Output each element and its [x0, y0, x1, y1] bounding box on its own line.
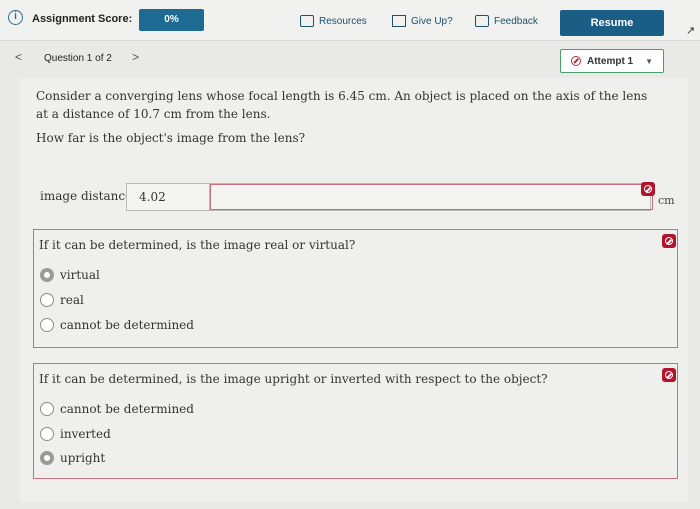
radio-cannot-determine-2[interactable]	[40, 402, 54, 416]
radio-upright[interactable]	[40, 451, 54, 465]
option-upright-label: upright	[60, 451, 106, 465]
info-icon[interactable]: i	[8, 10, 23, 25]
question-ask: How far is the object's image from the l…	[36, 131, 306, 145]
answer-label: image distance:	[40, 189, 137, 203]
radio-virtual[interactable]	[40, 268, 54, 282]
radio-inverted[interactable]	[40, 427, 54, 441]
give-up-label: Give Up?	[411, 15, 453, 27]
feedback-button[interactable]: Feedback	[475, 12, 538, 30]
question-number: Question 1 of 2	[44, 53, 112, 64]
feedback-icon	[475, 15, 489, 27]
incorrect-icon	[641, 182, 655, 196]
real-virtual-panel: If it can be determined, is the image re…	[33, 229, 678, 348]
give-up-icon	[392, 15, 406, 27]
option-cannot-determine-1-label: cannot be determined	[60, 318, 194, 332]
radio-cannot-determine-1[interactable]	[40, 318, 54, 332]
image-distance-input[interactable]: 4.02	[126, 183, 651, 211]
option-virtual-label: virtual	[60, 268, 100, 282]
option-cannot-determine-2[interactable]: cannot be determined	[40, 402, 194, 416]
option-inverted[interactable]: inverted	[40, 427, 111, 441]
answer-row: image distance: 4.02	[36, 180, 651, 216]
feedback-label: Feedback	[494, 15, 538, 27]
caret-down-icon: ▼	[645, 56, 654, 66]
answer-value: 4.02	[139, 190, 166, 204]
incorrect-icon	[662, 368, 676, 382]
attempt-dropdown[interactable]: Attempt 1 ▼	[560, 49, 664, 73]
option-virtual[interactable]: virtual	[40, 268, 100, 282]
option-real-label: real	[60, 293, 84, 307]
give-up-button[interactable]: Give Up?	[392, 12, 453, 30]
assignment-score-badge: 0%	[139, 9, 204, 31]
option-cannot-determine-1[interactable]: cannot be determined	[40, 318, 194, 332]
previous-question-icon[interactable]: <	[15, 50, 22, 64]
real-virtual-question: If it can be determined, is the image re…	[39, 238, 356, 252]
orientation-question: If it can be determined, is the image up…	[39, 372, 548, 386]
next-question-icon[interactable]: >	[132, 50, 139, 64]
radio-real[interactable]	[40, 293, 54, 307]
resources-button[interactable]: Resources	[300, 12, 367, 30]
answer-unit: cm	[658, 194, 675, 207]
cursor-icon: ↗	[686, 25, 696, 37]
folder-icon	[300, 15, 314, 27]
assignment-score-label: Assignment Score:	[32, 13, 133, 25]
option-cannot-determine-2-label: cannot be determined	[60, 402, 194, 416]
question-text: Consider a converging lens whose focal l…	[36, 89, 648, 121]
answer-input-frame	[209, 184, 653, 210]
no-entry-icon	[571, 56, 581, 66]
top-bar: i Assignment Score: 0% Resources Give Up…	[0, 0, 700, 41]
attempt-label: Attempt 1	[587, 55, 634, 67]
option-upright[interactable]: upright	[40, 451, 105, 465]
resources-label: Resources	[319, 15, 367, 27]
incorrect-icon	[662, 234, 676, 248]
resume-button[interactable]: Resume	[560, 10, 664, 36]
option-inverted-label: inverted	[60, 427, 111, 441]
option-real[interactable]: real	[40, 293, 84, 307]
orientation-panel: If it can be determined, is the image up…	[33, 363, 678, 479]
